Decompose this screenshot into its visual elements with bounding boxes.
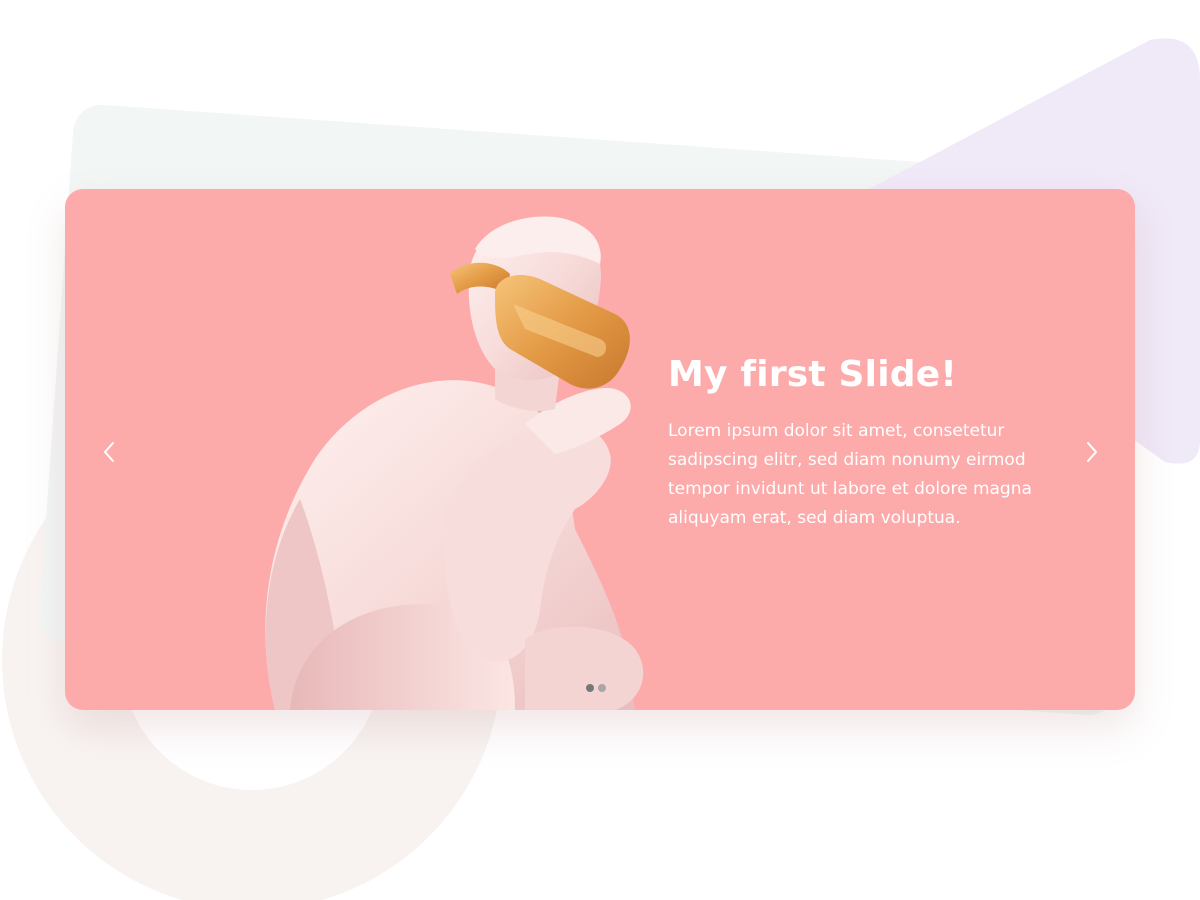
slide-title: My first Slide!: [668, 354, 957, 395]
slide-caption: My first Slide! Lorem ipsum dolor sit am…: [668, 354, 1088, 533]
chevron-left-icon: [104, 442, 114, 462]
page-stage: My first Slide! Lorem ipsum dolor sit am…: [0, 0, 1200, 900]
slide-indicators: [586, 684, 606, 692]
slide-indicator-1[interactable]: [586, 684, 594, 692]
slide-description: Lorem ipsum dolor sit amet, consetetur s…: [668, 421, 1032, 528]
next-slide-button[interactable]: [1079, 437, 1105, 467]
prev-slide-button[interactable]: [96, 437, 122, 467]
image-slider: My first Slide! Lorem ipsum dolor sit am…: [65, 189, 1135, 710]
statue-image: [265, 216, 644, 710]
chevron-right-icon: [1087, 442, 1097, 462]
slide-indicator-2[interactable]: [598, 684, 606, 692]
